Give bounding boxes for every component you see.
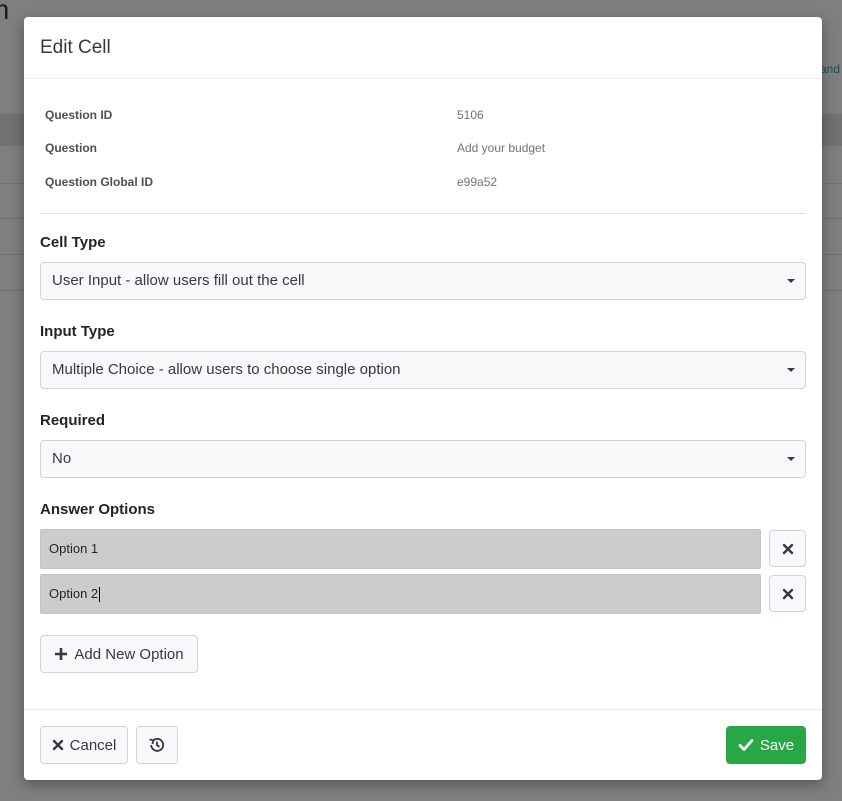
remove-option-button[interactable] (769, 530, 806, 567)
info-label: Question Global ID (45, 175, 154, 189)
chevron-down-icon (787, 368, 795, 372)
input-type-label: Input Type (40, 323, 115, 340)
cancel-button[interactable]: Cancel (40, 726, 128, 764)
add-option-label: Add New Option (74, 645, 184, 663)
answer-options-label: Answer Options (40, 501, 156, 518)
required-value: No (52, 450, 72, 467)
close-icon (782, 543, 793, 554)
close-icon (782, 588, 793, 599)
check-icon (738, 738, 754, 752)
cell-type-value: User Input - allow users fill out the ce… (52, 272, 305, 289)
save-label: Save (759, 736, 795, 754)
history-button[interactable] (136, 726, 178, 764)
save-button[interactable]: Save (726, 726, 806, 764)
divider (40, 213, 806, 214)
modal-title: Edit Cell (40, 37, 111, 58)
modal-footer-divider (24, 709, 822, 710)
info-value: e99a52 (457, 175, 498, 189)
text-cursor (99, 587, 101, 603)
cell-type-label: Cell Type (40, 234, 106, 251)
required-select[interactable]: No (40, 440, 806, 478)
modal-header: Edit Cell (24, 17, 822, 79)
cell-type-select[interactable]: User Input - allow users fill out the ce… (40, 262, 806, 300)
option-input[interactable]: Option 1 (40, 529, 761, 569)
remove-option-button[interactable] (769, 575, 806, 612)
required-label: Required (40, 412, 106, 429)
input-type-select[interactable]: Multiple Choice - allow users to choose … (40, 351, 806, 389)
info-label: Question (45, 141, 98, 155)
option-input[interactable]: Option 2 (40, 574, 761, 614)
cancel-label: Cancel (69, 736, 117, 754)
info-label: Question ID (45, 108, 113, 122)
edit-cell-modal: Edit Cell Question ID 5106 Question Add … (24, 17, 822, 780)
plus-icon (54, 647, 68, 661)
history-icon (149, 738, 165, 752)
option-value: Option 2 (49, 586, 99, 601)
close-icon (52, 739, 64, 751)
chevron-down-icon (787, 457, 795, 461)
chevron-down-icon (787, 279, 795, 283)
input-type-value: Multiple Choice - allow users to choose … (52, 361, 401, 378)
info-value: Add your budget (457, 141, 546, 155)
option-value: Option 1 (49, 541, 99, 556)
add-option-button[interactable]: Add New Option (40, 635, 198, 673)
info-value: 5106 (457, 108, 484, 122)
